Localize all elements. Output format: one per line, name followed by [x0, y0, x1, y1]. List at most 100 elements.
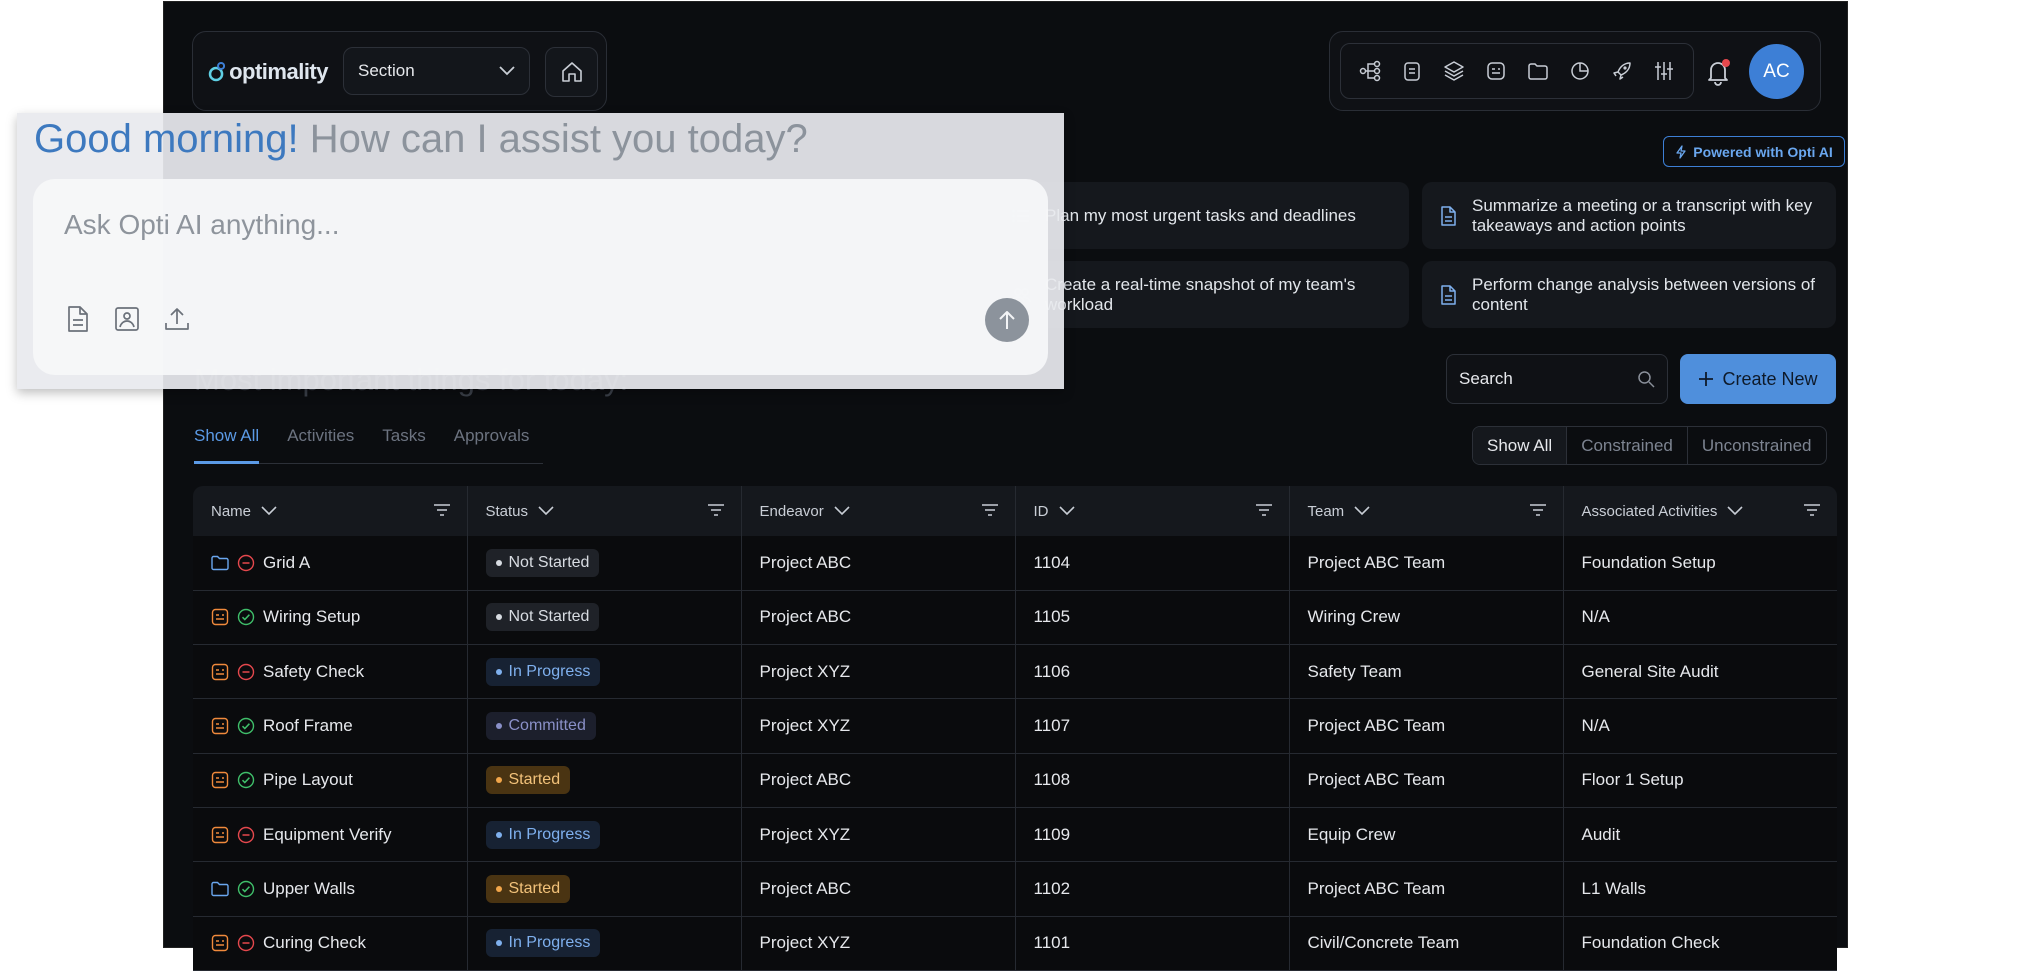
ai-assistant-panel: Good morning! How can I assist you today… — [17, 113, 1064, 389]
cell-team: Project ABC Team — [1289, 753, 1564, 808]
filter-constrained[interactable]: Constrained — [1566, 427, 1687, 464]
tasks-table: Name Status Endeavor ID Team Associated Activ… — [193, 486, 1837, 971]
chevron-down-icon[interactable] — [261, 506, 277, 516]
folder-icon[interactable] — [1524, 57, 1552, 85]
status-badge: Started — [485, 766, 571, 795]
check-circle-icon — [237, 772, 255, 789]
table-row[interactable]: Equipment Verify In Progress Project XYZ 11… — [193, 807, 1837, 863]
cell-name[interactable]: Pipe Layout — [193, 753, 468, 808]
cell-name[interactable]: Roof Frame — [193, 698, 468, 754]
column-header[interactable]: Endeavor — [741, 486, 1016, 536]
document-icon — [1441, 205, 1456, 226]
filter-show-all[interactable]: Show All — [1473, 427, 1567, 464]
row-name: Roof Frame — [263, 716, 353, 736]
attach-document-icon[interactable] — [65, 305, 91, 333]
powered-label: Powered with Opti AI — [1693, 143, 1833, 160]
status-label: Started — [508, 771, 561, 789]
filter-unconstrained[interactable]: Unconstrained — [1686, 427, 1826, 464]
flow-icon[interactable] — [1356, 57, 1384, 85]
cell-id: 1108 — [1015, 753, 1290, 808]
send-button[interactable] — [985, 298, 1029, 342]
table-row[interactable]: Pipe Layout Started Project ABC 1108 Project… — [193, 753, 1837, 808]
app-window: optimality Section AC Powered with Opti … — [17, 1, 1848, 971]
home-button[interactable] — [545, 47, 598, 97]
chevron-down-icon[interactable] — [1354, 506, 1370, 516]
cell-name[interactable]: Safety Check — [193, 644, 468, 700]
cell-team: Civil/Concrete Team — [1289, 916, 1564, 971]
table-row[interactable]: Wiring Setup Not Started Project ABC 1105 Wi… — [193, 590, 1837, 646]
check-circle-icon — [237, 609, 255, 626]
ai-prompt-box[interactable]: Ask Opti AI anything... — [33, 179, 1048, 375]
folder-icon — [211, 881, 229, 897]
row-name: Upper Walls — [263, 878, 355, 898]
minus-circle-icon — [237, 826, 255, 843]
tab-approvals[interactable]: Approvals — [454, 420, 530, 464]
suggestion-card[interactable]: Perform change analysis between versions… — [1422, 261, 1836, 328]
chevron-down-icon[interactable] — [538, 506, 554, 516]
column-header[interactable]: Name — [193, 486, 468, 536]
column-header[interactable]: Status — [467, 486, 742, 536]
logo[interactable]: optimality — [208, 50, 328, 94]
cell-team: Safety Team — [1289, 644, 1564, 700]
filter-icon[interactable] — [707, 503, 725, 517]
filter-icon[interactable] — [1529, 503, 1547, 517]
sliders-icon[interactable] — [1650, 57, 1678, 85]
avatar[interactable]: AC — [1749, 44, 1804, 99]
greeting-question: How can I assist you today? — [309, 117, 808, 161]
filter-icon[interactable] — [1255, 503, 1273, 517]
pie-chart-icon[interactable] — [1566, 57, 1594, 85]
attach-image-icon[interactable] — [113, 305, 141, 333]
tab-tasks[interactable]: Tasks — [382, 420, 425, 464]
cell-name[interactable]: Curing Check — [193, 916, 468, 971]
task-icon — [211, 663, 229, 680]
row-name: Equipment Verify — [263, 824, 392, 844]
upload-icon[interactable] — [163, 305, 191, 333]
notifications-button[interactable] — [1702, 56, 1734, 88]
section-select[interactable]: Section — [343, 47, 530, 95]
layers-icon[interactable] — [1440, 57, 1468, 85]
task-icon — [211, 717, 229, 735]
column-header-label: Status — [485, 502, 529, 520]
suggestion-card[interactable]: Summarize a meeting or a transcript with… — [1422, 182, 1836, 249]
table-row[interactable]: Safety Check In Progress Project XYZ 1106 Sa… — [193, 644, 1837, 700]
ai-prompt-input[interactable]: Ask Opti AI anything... — [64, 209, 339, 241]
filter-icon[interactable] — [1803, 503, 1821, 517]
chevron-down-icon[interactable] — [834, 506, 850, 516]
lightning-icon — [1676, 144, 1686, 159]
chevron-down-icon[interactable] — [1727, 506, 1743, 516]
table-row[interactable]: Roof Frame Committed Project XYZ 1107 Projec… — [193, 698, 1837, 754]
filter-icon[interactable] — [433, 503, 451, 517]
ai-prompt-tools — [65, 305, 191, 333]
rocket-icon[interactable] — [1608, 57, 1636, 85]
cell-id: 1101 — [1015, 916, 1290, 971]
column-header[interactable]: ID — [1015, 486, 1290, 536]
row-name: Safety Check — [263, 661, 365, 681]
cell-activities: Floor 1 Setup — [1563, 753, 1837, 808]
status-badge: In Progress — [485, 820, 601, 849]
chevron-down-icon[interactable] — [1058, 506, 1075, 516]
tab-activities[interactable]: Activities — [287, 420, 354, 464]
cell-name[interactable]: Upper Walls — [193, 861, 468, 917]
toolbar — [1340, 43, 1694, 99]
table-row[interactable]: Grid A Not Started Project ABC 1104 Project … — [193, 536, 1837, 591]
cell-name[interactable]: Wiring Setup — [193, 590, 468, 646]
status-label: Not Started — [508, 608, 590, 626]
cell-status: Not Started — [467, 590, 742, 646]
status-label: In Progress — [508, 825, 591, 843]
badge-icon[interactable] — [1482, 57, 1510, 85]
row-name: Grid A — [263, 552, 311, 572]
filter-icon[interactable] — [981, 503, 999, 517]
folder-icon — [211, 555, 229, 571]
header-left-panel: optimality Section — [192, 31, 607, 111]
cell-name[interactable]: Grid A — [193, 536, 468, 591]
cell-name[interactable]: Equipment Verify — [193, 807, 468, 863]
cell-endeavor: Project ABC — [741, 861, 1016, 917]
table-row[interactable]: Curing Check In Progress Project XYZ 1101 Ci… — [193, 916, 1837, 971]
column-header[interactable]: Team — [1289, 486, 1564, 536]
column-header[interactable]: Associated Activities — [1563, 486, 1837, 536]
table-row[interactable]: Upper Walls Started Project ABC 1102 Project… — [193, 861, 1837, 917]
search-input[interactable]: Search — [1446, 354, 1668, 404]
tab-show-all[interactable]: Show All — [194, 420, 260, 464]
clipboard-icon[interactable] — [1398, 57, 1426, 85]
create-new-button[interactable]: Create New — [1680, 354, 1836, 404]
